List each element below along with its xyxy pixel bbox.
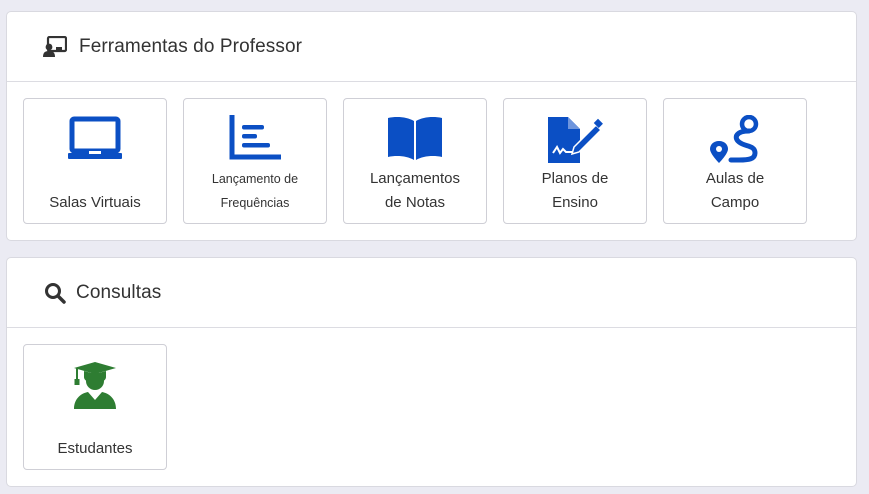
professor-tools-card: Ferramentas do Professor Salas Virtuais: [6, 11, 857, 241]
tile-label-line2: Ensino: [552, 194, 598, 211]
professor-tools-title: Ferramentas do Professor: [79, 35, 303, 57]
tile-label-line2: de Notas: [384, 194, 446, 211]
consultas-title: Consultas: [76, 281, 162, 303]
open-book-icon: [344, 115, 486, 161]
tile-label-line1: Aulas de: [705, 170, 765, 187]
tile-label: Estudantes: [57, 440, 133, 457]
professor-tools-header: Ferramentas do Professor: [7, 12, 856, 82]
tile-label-line2: Campo: [710, 194, 760, 211]
consultas-card: Consultas Estudantes: [6, 257, 857, 487]
route-icon: [664, 115, 806, 165]
file-signature-icon: [504, 115, 646, 165]
tile-estudantes[interactable]: Estudantes: [23, 344, 167, 470]
tile-label-line2: Frequências: [220, 196, 290, 210]
tile-label-line1: Planos de: [541, 170, 609, 187]
laptop-icon: [24, 115, 166, 161]
tile-aulas-campo[interactable]: Aulas de Campo: [663, 98, 807, 224]
tile-lancamentos-notas[interactable]: Lançamentos de Notas: [343, 98, 487, 224]
tile-label-line1: Lançamentos: [369, 170, 461, 187]
chalkboard-teacher-icon: [43, 35, 67, 59]
search-icon: [43, 281, 67, 305]
consultas-header: Consultas: [7, 258, 856, 328]
tile-lancamento-frequencias[interactable]: Lançamento de Frequências: [183, 98, 327, 224]
tile-label: Salas Virtuais: [49, 194, 141, 211]
tile-planos-ensino[interactable]: Planos de Ensino: [503, 98, 647, 224]
tile-label-line1: Lançamento de: [211, 172, 299, 186]
tile-salas-virtuais[interactable]: Salas Virtuais: [23, 98, 167, 224]
bar-list-icon: [184, 115, 326, 161]
graduate-icon: [24, 361, 166, 411]
